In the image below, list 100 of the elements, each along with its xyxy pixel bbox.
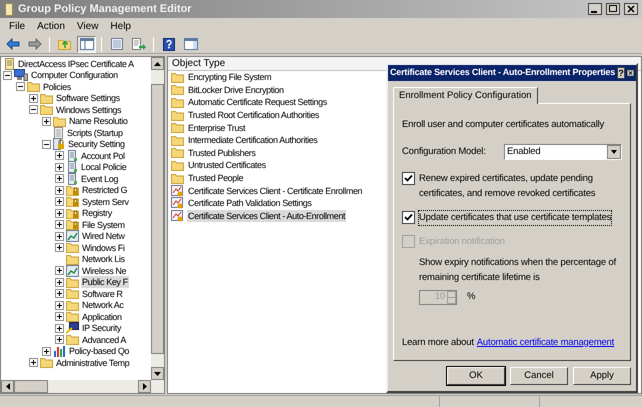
expand-icon[interactable] <box>55 278 64 287</box>
maximize-icon[interactable] <box>606 3 620 15</box>
list-item[interactable]: Certificate Services Client - Auto-Enrollment <box>187 210 346 222</box>
menu-item[interactable]: View <box>72 19 104 34</box>
network-icon <box>66 230 79 242</box>
list-item[interactable]: Certificate Path Validation Settings <box>187 197 313 210</box>
tree-item[interactable]: Software R <box>81 288 124 300</box>
tab[interactable]: Enrollment Policy Configuration <box>393 87 538 104</box>
expand-icon[interactable] <box>55 232 64 241</box>
tree-item[interactable]: Wired Netw <box>81 230 126 242</box>
expand-icon[interactable] <box>42 116 51 126</box>
expand-icon[interactable] <box>42 346 51 356</box>
tree-item[interactable]: Event Log <box>80 172 119 185</box>
configuration-model-dropdown[interactable]: Enabled <box>504 144 622 160</box>
expand-icon[interactable] <box>29 94 38 103</box>
collapse-icon[interactable] <box>3 70 12 80</box>
tree-item[interactable]: Windows Settings <box>55 104 122 116</box>
scroll-down-icon[interactable] <box>154 372 161 376</box>
folder-icon <box>66 242 79 254</box>
locked-folder-icon <box>66 219 79 230</box>
close-icon[interactable] <box>624 3 638 15</box>
menu-item[interactable]: File <box>4 19 30 34</box>
expand-icon[interactable] <box>55 300 64 310</box>
tree-item[interactable]: Software Settings <box>55 92 121 104</box>
list-item[interactable]: Intermediate Certification Authorities <box>187 134 318 146</box>
certificate-icon <box>171 184 184 197</box>
list-item[interactable]: Automatic Certificate Request Settings <box>187 96 328 108</box>
tree-item[interactable]: File System <box>81 218 126 231</box>
list-item[interactable]: BitLocker Drive Encryption <box>187 84 285 96</box>
tree-item[interactable]: Windows Fi <box>81 242 126 254</box>
tree-item[interactable]: IP Security <box>81 322 122 334</box>
tree-item[interactable]: DirectAccess IPsec Certificate A <box>17 58 135 70</box>
expand-icon[interactable] <box>55 151 64 160</box>
expand-icon[interactable] <box>55 266 64 276</box>
tree-item[interactable]: Computer Configuration <box>30 69 119 82</box>
dialog-button[interactable]: OK <box>447 367 505 385</box>
expand-icon[interactable] <box>55 335 64 344</box>
dialog-button[interactable]: Apply <box>573 367 631 385</box>
expand-icon[interactable] <box>55 186 64 195</box>
tree-item[interactable]: System Serv <box>81 196 130 208</box>
tree-item[interactable]: Policy-based Qo <box>68 345 130 358</box>
field-label: Configuration Model: <box>402 145 487 160</box>
tree-item[interactable]: Local Policie <box>80 161 128 174</box>
expand-icon[interactable] <box>55 162 64 172</box>
panes-icon <box>80 38 94 50</box>
list-item[interactable]: Untrusted Certificates <box>187 159 267 172</box>
collapse-icon[interactable] <box>42 140 51 149</box>
checkbox[interactable] <box>402 210 415 224</box>
tree-item[interactable]: Registry <box>81 207 113 220</box>
list-item[interactable]: Trusted Root Certification Authorities <box>187 109 320 122</box>
vertical-scrollbar[interactable] <box>151 57 164 380</box>
server-document-icon <box>66 150 78 162</box>
scroll-left-icon[interactable] <box>6 383 10 390</box>
expand-icon[interactable] <box>55 289 64 298</box>
tree-item[interactable]: Restricted G <box>81 184 128 196</box>
tree-item[interactable]: Policies <box>42 80 72 93</box>
tree-item[interactable]: Account Pol <box>80 150 126 162</box>
close-icon[interactable] <box>626 67 634 79</box>
tree-item[interactable]: Wireless Ne <box>81 264 128 277</box>
list-item[interactable]: Trusted Publishers <box>187 146 256 159</box>
minimize-icon[interactable] <box>588 3 602 15</box>
expand-icon[interactable] <box>55 324 64 333</box>
expand-icon[interactable] <box>29 358 38 368</box>
list-item[interactable]: Encrypting File System <box>187 71 272 84</box>
folder-icon <box>171 172 184 184</box>
horizontal-scrollbar[interactable] <box>1 380 164 393</box>
expand-icon[interactable] <box>55 220 64 230</box>
collapse-icon[interactable] <box>29 105 38 114</box>
list-item[interactable]: Trusted People <box>187 172 244 184</box>
expand-icon[interactable] <box>55 197 64 206</box>
tree-item[interactable]: Public Key F <box>81 276 129 288</box>
expand-icon[interactable] <box>55 243 64 252</box>
expand-icon[interactable] <box>55 312 64 322</box>
collapse-icon[interactable] <box>16 82 25 92</box>
help-link[interactable]: Automatic certificate management <box>476 336 614 350</box>
dialog-button[interactable]: Cancel <box>510 367 568 385</box>
tree-item[interactable]: Administrative Temp <box>55 356 130 369</box>
expand-icon[interactable] <box>55 174 64 184</box>
checkbox[interactable] <box>402 172 415 186</box>
folder-up-icon <box>58 38 72 50</box>
help-button[interactable]: ? <box>617 67 625 79</box>
tree-item[interactable]: Security Setting <box>67 138 126 150</box>
tree-item[interactable]: Advanced A <box>81 334 128 346</box>
tree-item[interactable]: Network Lis <box>81 253 126 266</box>
tree-item[interactable]: Application <box>81 310 123 323</box>
list-item[interactable]: Enterprise Trust <box>187 122 246 134</box>
locked-folder-icon <box>66 196 79 208</box>
list-item[interactable]: Certificate Services Client - Certificate Enrollmen <box>187 184 364 197</box>
folder-icon <box>53 116 66 127</box>
menu-item[interactable]: Help <box>105 19 136 34</box>
tree-item[interactable]: Scripts (Startup <box>66 126 124 139</box>
tree-item[interactable]: Name Resolutio <box>68 115 128 128</box>
unit-label: % <box>467 290 476 304</box>
folder-icon <box>66 288 79 300</box>
scroll-up-icon[interactable] <box>154 62 161 66</box>
menu-item[interactable]: Action <box>32 19 70 34</box>
scroll-right-icon[interactable] <box>142 383 146 390</box>
column-header[interactable]: Object Type <box>168 57 230 70</box>
tree-item[interactable]: Network Ac <box>81 299 125 312</box>
expand-icon[interactable] <box>55 208 64 218</box>
